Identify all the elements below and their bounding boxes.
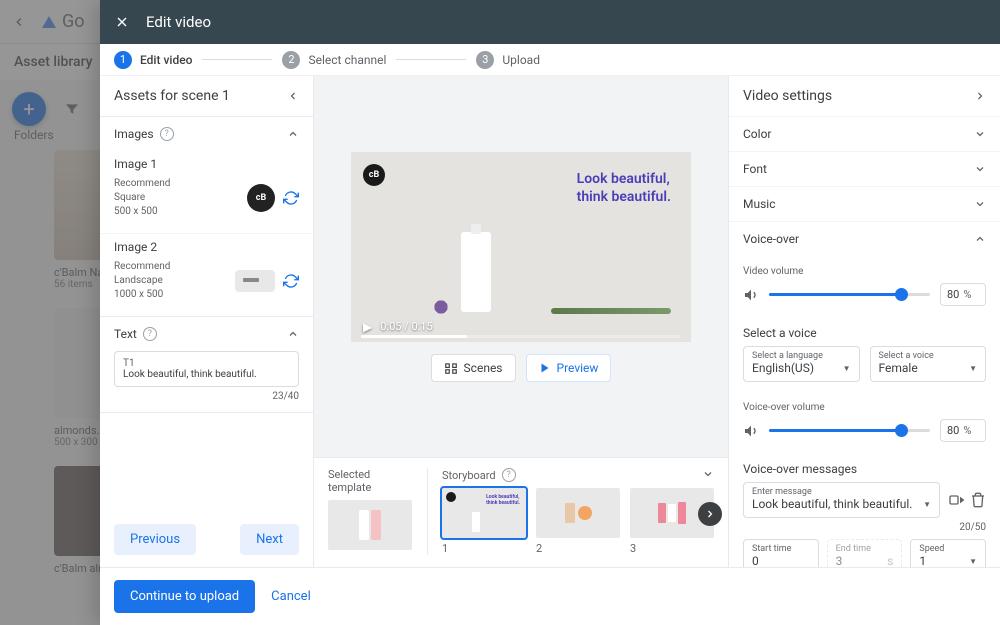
next-button[interactable]: Next bbox=[240, 524, 299, 555]
end-time-input: End time 3s bbox=[827, 539, 903, 567]
start-time-input[interactable]: Start time 0 bbox=[743, 539, 819, 567]
assets-panel: Assets for scene 1 Images ? Image 1 bbox=[100, 76, 314, 567]
chevron-down-icon bbox=[974, 163, 986, 175]
chevron-down-icon bbox=[974, 128, 986, 140]
chevron-down-icon: ▼ bbox=[923, 500, 931, 509]
continue-button[interactable]: Continue to upload bbox=[114, 580, 255, 613]
video-time: 0:05 / 0:15 bbox=[380, 320, 432, 333]
message-input[interactable]: Enter message Look beautiful, think beau… bbox=[743, 482, 940, 518]
chevron-up-icon bbox=[974, 233, 986, 245]
step-edit-video[interactable]: 1 Edit video bbox=[114, 51, 192, 69]
video-volume-slider[interactable] bbox=[769, 293, 930, 296]
close-icon[interactable] bbox=[114, 14, 130, 30]
t1-input[interactable]: T1 Look beautiful, think beautiful. bbox=[114, 351, 299, 387]
voice-select[interactable]: Select a voice Female▼ bbox=[870, 346, 987, 382]
collapse-panel-icon[interactable] bbox=[287, 90, 299, 102]
voiceover-volume-input[interactable]: 80% bbox=[940, 419, 986, 442]
help-icon[interactable]: ? bbox=[160, 127, 174, 141]
video-settings-panel: Video settings Color Font Music Voice-ov… bbox=[728, 76, 1000, 567]
chevron-up-icon[interactable] bbox=[287, 328, 299, 340]
preview-button[interactable]: Preview bbox=[526, 354, 612, 382]
chevron-down-icon: ▼ bbox=[969, 364, 977, 373]
edit-video-modal: Edit video 1 Edit video 2 Select channel… bbox=[100, 0, 1000, 625]
chevron-up-icon[interactable] bbox=[287, 128, 299, 140]
images-section-label: Images bbox=[114, 127, 154, 141]
voiceover-messages-header: Voice-over messages bbox=[729, 452, 1000, 482]
image-2-thumbnail[interactable] bbox=[235, 270, 275, 292]
storyboard-label: Storyboard bbox=[442, 469, 496, 482]
step-select-channel[interactable]: 2 Select channel bbox=[282, 51, 386, 69]
delete-icon[interactable] bbox=[970, 492, 986, 508]
speed-select[interactable]: Speed 1▼ bbox=[910, 539, 986, 567]
chevron-down-icon[interactable] bbox=[702, 468, 714, 480]
text-section-label: Text bbox=[114, 327, 137, 341]
chevron-right-icon[interactable] bbox=[974, 90, 986, 102]
scene-1-thumbnail[interactable]: Look beautiful,think beautiful. bbox=[442, 488, 526, 538]
scenes-button[interactable]: Scenes bbox=[431, 354, 516, 382]
font-row[interactable]: Font bbox=[729, 151, 1000, 186]
video-preview[interactable]: cB Look beautiful, think beautiful. ▶ 0:… bbox=[351, 152, 691, 342]
image-2-row: Image 2 Recommend Landscape 1000 x 500 bbox=[100, 233, 313, 316]
assets-header: Assets for scene 1 bbox=[114, 88, 230, 104]
herb-decoration bbox=[551, 308, 671, 314]
preview-stage: cB Look beautiful, think beautiful. ▶ 0:… bbox=[314, 76, 728, 457]
selected-template-label: Selected template bbox=[328, 468, 413, 494]
select-voice-header: Select a voice bbox=[729, 316, 1000, 346]
scene-2-thumbnail[interactable] bbox=[536, 488, 620, 538]
help-icon[interactable]: ? bbox=[143, 327, 157, 341]
next-scene-icon[interactable] bbox=[698, 502, 722, 526]
chevron-down-icon bbox=[974, 198, 986, 210]
video-volume-label: Video volume bbox=[743, 266, 986, 277]
play-icon[interactable]: ▶ bbox=[363, 320, 372, 334]
headline-text: Look beautiful, think beautiful. bbox=[577, 170, 671, 206]
voiceover-row[interactable]: Voice-over bbox=[729, 221, 1000, 256]
image-1-row: Image 1 Recommend Square 500 x 500 cB bbox=[100, 151, 313, 233]
message-char-count: 20/50 bbox=[729, 518, 1000, 533]
volume-icon[interactable] bbox=[743, 287, 759, 303]
play-message-icon[interactable] bbox=[948, 492, 964, 508]
color-row[interactable]: Color bbox=[729, 116, 1000, 151]
template-thumbnail[interactable] bbox=[328, 500, 412, 550]
voiceover-volume-label: Voice-over volume bbox=[743, 402, 986, 413]
swap-icon[interactable] bbox=[283, 273, 299, 289]
volume-icon[interactable] bbox=[743, 423, 759, 439]
chevron-down-icon: ▼ bbox=[843, 364, 851, 373]
modal-title: Edit video bbox=[146, 13, 211, 31]
swap-icon[interactable] bbox=[283, 190, 299, 206]
t1-char-count: 23/40 bbox=[114, 391, 299, 402]
video-progress[interactable] bbox=[361, 335, 681, 338]
flower-decoration bbox=[411, 292, 471, 322]
music-row[interactable]: Music bbox=[729, 186, 1000, 221]
cancel-button[interactable]: Cancel bbox=[271, 589, 311, 604]
video-volume-input[interactable]: 80% bbox=[940, 283, 986, 306]
brand-logo: cB bbox=[363, 164, 385, 186]
chevron-down-icon: ▼ bbox=[969, 557, 977, 566]
help-icon[interactable]: ? bbox=[502, 468, 516, 482]
image-1-thumbnail[interactable]: cB bbox=[247, 184, 275, 212]
language-select[interactable]: Select a language English(US)▼ bbox=[743, 346, 860, 382]
stepper: 1 Edit video 2 Select channel 3 Upload bbox=[100, 44, 1000, 76]
step-upload[interactable]: 3 Upload bbox=[476, 51, 540, 69]
previous-button[interactable]: Previous bbox=[114, 524, 196, 555]
voiceover-volume-slider[interactable] bbox=[769, 429, 930, 432]
video-settings-header: Video settings bbox=[743, 88, 832, 104]
